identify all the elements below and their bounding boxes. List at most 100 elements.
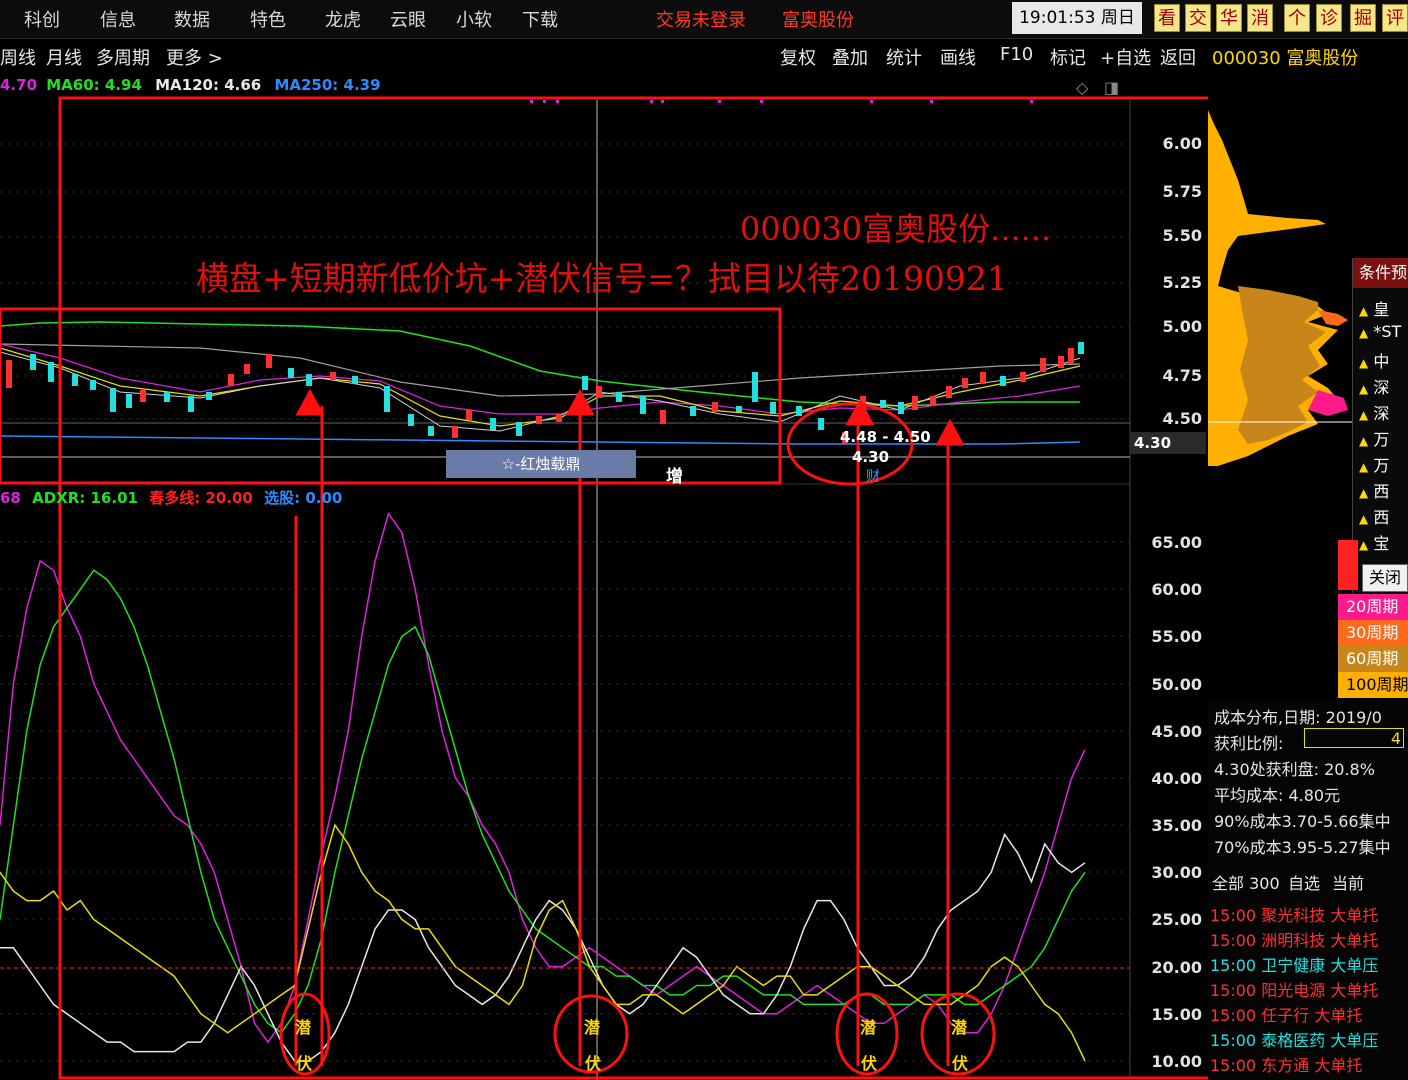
zeng-label: 增 [666, 467, 683, 487]
tab-watchlist[interactable]: 自选 [1288, 870, 1320, 894]
list-item[interactable]: 15:00 泰格医药 大单压 [1210, 1027, 1378, 1051]
cost-90: 90%成本3.70-5.66集中 [1214, 812, 1391, 831]
button-statistics[interactable]: 统计 [886, 44, 922, 70]
price-axis-label: 4.50 [1162, 409, 1202, 428]
up-arrow-icon: ▲ [1359, 382, 1369, 396]
price-axis-label: 5.75 [1162, 182, 1202, 201]
period-60[interactable]: 60周期 [1338, 646, 1408, 672]
average-cost: 平均成本: 4.80元 [1214, 786, 1341, 805]
indicator-legend-adxr: ADXR: 16.01 [32, 489, 138, 507]
price-axis-label: 4.75 [1162, 366, 1202, 385]
tool-button-news[interactable]: 消 [1247, 4, 1273, 32]
tool-button-individual[interactable]: 个 [1284, 4, 1310, 32]
ma-legend-ma250: MA250: 4.39 [274, 76, 381, 94]
button-overlay[interactable]: 叠加 [832, 44, 868, 70]
indicator-axis-label: 60.00 [1151, 580, 1202, 599]
indicator-legend-select: 选股: 0.00 [264, 489, 343, 507]
list-item[interactable]: 15:00 东方通 大单托 [1210, 1052, 1362, 1076]
condition-item[interactable]: ▲ 西 [1359, 478, 1389, 502]
menu-item-special[interactable]: 特色 [250, 6, 286, 32]
list-item[interactable]: 15:00 阳光电源 大单托 [1210, 977, 1378, 1001]
menu-item-info[interactable]: 信息 [100, 6, 136, 32]
signal-qian: 潜 [584, 1018, 601, 1037]
menu-item-data[interactable]: 数据 [174, 6, 210, 32]
tool-button-review[interactable]: 评 [1382, 4, 1408, 32]
tab-monthly[interactable]: 月线 [46, 44, 82, 70]
price-axis-label: 5.00 [1162, 317, 1202, 336]
tool-button-diagnose[interactable]: 诊 [1316, 4, 1342, 32]
menu-item-kechuang[interactable]: 科创 [24, 6, 60, 32]
tab-weekly[interactable]: 周线 [0, 44, 36, 70]
diamond-icon[interactable]: ◇ [1076, 78, 1088, 97]
tab-more[interactable]: 更多 > [166, 44, 223, 70]
cost-70: 70%成本3.95-5.27集中 [1214, 838, 1391, 857]
clock-time: 19:01:53 [1019, 8, 1096, 28]
menu-item-longhu[interactable]: 龙虎 [325, 6, 361, 32]
price-axis-label: 6.00 [1162, 134, 1202, 153]
signal-qian: 潜 [860, 1018, 877, 1037]
profit-ratio-label: 获利比例: [1214, 734, 1284, 753]
clock-weekday: 周日 [1100, 8, 1135, 28]
price-low-value: 4.30 [852, 448, 890, 466]
tab-current[interactable]: 当前 [1332, 870, 1364, 894]
list-item[interactable]: 15:00 卫宁健康 大单压 [1210, 952, 1378, 976]
indicator-legend: 68 ADXR: 16.01 春多线: 20.00 选股: 0.00 [0, 487, 342, 508]
condition-item[interactable]: ▲ 西 [1359, 504, 1389, 528]
profit-ratio-bar: 4 [1304, 728, 1404, 748]
indicator-series-line [0, 569, 1086, 1034]
signal-qian: 潜 [951, 1018, 968, 1037]
condition-item[interactable]: ▲ 深 [1359, 374, 1389, 398]
list-item[interactable]: 15:00 任子行 大单托 [1210, 1002, 1362, 1026]
close-button[interactable]: 关闭 [1362, 564, 1408, 592]
button-restore-rights[interactable]: 复权 [780, 44, 816, 70]
list-item[interactable]: 15:00 聚光科技 大单托 [1210, 902, 1378, 926]
button-back[interactable]: 返回 [1160, 44, 1196, 70]
cost-distribution-chart [1208, 110, 1352, 466]
condition-item[interactable]: ▲ 宝 [1359, 530, 1389, 554]
condition-item[interactable]: ▲ 中 [1359, 348, 1389, 372]
cost-date: 成本分布,日期: 2019/0 [1214, 708, 1382, 727]
button-add-watchlist[interactable]: +自选 [1100, 44, 1151, 70]
indicator-legend-spring: 春多线: 20.00 [149, 489, 253, 507]
tool-button-hua[interactable]: 华 [1216, 4, 1242, 32]
tool-button-trade[interactable]: 交 [1185, 4, 1211, 32]
button-f10[interactable]: F10 [1000, 44, 1033, 65]
period-100[interactable]: 100周期 [1338, 672, 1408, 698]
condition-item[interactable]: ▲ 深 [1359, 400, 1389, 424]
condition-item[interactable]: ▲ 万 [1359, 452, 1389, 476]
tab-multi-period[interactable]: 多周期 [96, 44, 150, 70]
list-item[interactable]: 15:00 洲明科技 大单托 [1210, 927, 1378, 951]
menu-item-cloud-eye[interactable]: 云眼 [390, 6, 426, 32]
condition-item[interactable]: ▲ *ST [1359, 322, 1401, 341]
tool-button-dig[interactable]: 掘 [1350, 4, 1376, 32]
menu-item-xiaoruan[interactable]: 小软 [456, 6, 492, 32]
period-swatch [1338, 540, 1358, 590]
indicator-axis-label: 55.00 [1151, 627, 1202, 646]
trade-status[interactable]: 交易未登录 [656, 6, 746, 32]
indicator-axis-label: 45.00 [1151, 722, 1202, 741]
period-30[interactable]: 30周期 [1338, 620, 1408, 646]
tool-button-watch[interactable]: 看 [1154, 4, 1180, 32]
signal-fu: 伏 [585, 1054, 602, 1073]
button-mark[interactable]: 标记 [1050, 44, 1086, 70]
panel-toggle-icon[interactable]: ◨ [1104, 78, 1119, 97]
period-20[interactable]: 20周期 [1338, 594, 1408, 620]
indicator-axis-label: 15.00 [1151, 1005, 1202, 1024]
ma-legend-ma60: MA60: 4.94 [46, 76, 142, 94]
ma-legend-ma120: MA120: 4.66 [155, 76, 262, 94]
menu-item-download[interactable]: 下载 [522, 6, 558, 32]
clock: 19:01:53 周日 [1012, 2, 1142, 34]
condition-item[interactable]: ▲ 皇 [1359, 296, 1389, 320]
indicator-axis-label: 30.00 [1151, 863, 1202, 882]
price-low-range: 4.48 - 4.50 [840, 428, 931, 446]
price-axis-label: 5.50 [1162, 226, 1202, 245]
condition-item[interactable]: ▲ 万 [1359, 426, 1389, 450]
tab-all[interactable]: 全部 300 [1212, 870, 1280, 894]
indicator-axis-label: 50.00 [1151, 675, 1202, 694]
signal-fu: 伏 [952, 1054, 969, 1073]
up-arrow-icon: ▲ [1359, 304, 1369, 318]
indicator-axis-label: 25.00 [1151, 910, 1202, 929]
price-axis-label: 5.25 [1162, 273, 1202, 292]
up-arrow-icon: ▲ [1359, 460, 1369, 474]
button-draw-line[interactable]: 画线 [940, 44, 976, 70]
